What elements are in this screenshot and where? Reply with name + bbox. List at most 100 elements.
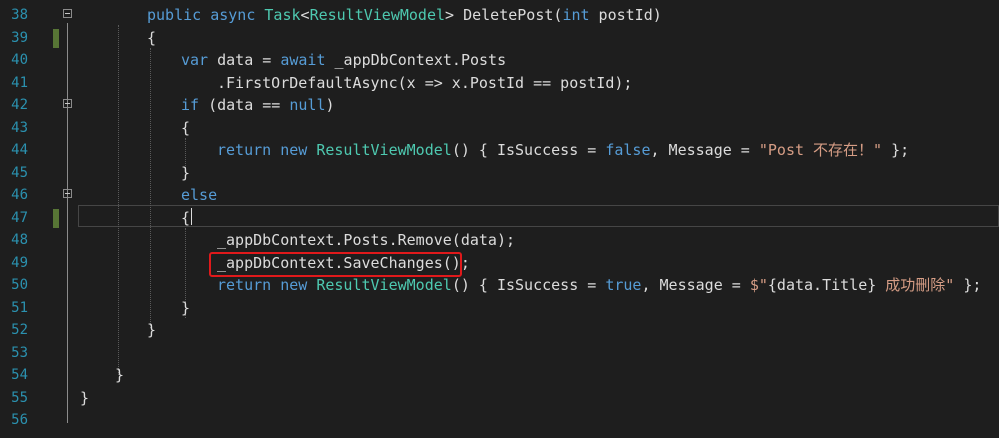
code-text: else — [181, 184, 217, 207]
code-token: () { IsSuccess = — [451, 141, 606, 159]
code-token: }; — [954, 276, 982, 294]
code-token: ) — [325, 96, 335, 114]
code-line[interactable]: 55} — [0, 387, 999, 410]
code-token: } — [147, 321, 157, 339]
code-token: _appDbContext.Posts — [325, 51, 507, 69]
code-line[interactable]: 44 return new ResultViewModel() { IsSucce… — [0, 139, 999, 162]
code-line[interactable]: 50 return new ResultViewModel() { IsSucce… — [0, 274, 999, 297]
code-token: () { IsSuccess = — [451, 276, 606, 294]
code-token: if — [181, 96, 200, 114]
code-text: public async Task<ResultViewModel> Delet… — [147, 4, 662, 27]
code-token: postId) — [589, 6, 662, 24]
code-token: true — [605, 276, 642, 294]
code-token: .FirstOrDefaultAsync(x => x.PostId == po… — [217, 73, 633, 92]
code-text: { — [181, 117, 190, 140]
line-number: 45 — [11, 164, 28, 181]
code-token: , Message = — [641, 276, 750, 294]
code-line[interactable]: 46 else — [0, 184, 999, 207]
code-token: < — [300, 6, 310, 24]
collapse-icon[interactable] — [63, 99, 72, 108]
line-number: 49 — [11, 254, 28, 271]
code-token: await — [280, 51, 326, 69]
code-token: (data == — [199, 96, 290, 114]
code-token: else — [181, 186, 218, 204]
code-text: _appDbContext.Posts.Remove(data); — [217, 229, 515, 252]
line-number: 39 — [11, 29, 28, 46]
code-text: } — [80, 387, 89, 410]
code-token: _appDbContext.Posts.Remove(data); — [217, 231, 516, 249]
code-token: public async — [147, 6, 265, 24]
code-line[interactable]: 47 { — [0, 207, 999, 230]
line-number: 41 — [11, 74, 28, 91]
change-marker — [53, 28, 59, 48]
line-number: 56 — [11, 412, 28, 428]
change-marker — [53, 208, 59, 228]
code-token: } — [181, 163, 191, 182]
code-token: { — [181, 208, 191, 227]
code-line[interactable]: 53 — [0, 342, 999, 365]
code-text: { — [147, 27, 156, 50]
code-token: false — [605, 141, 651, 159]
code-editor[interactable]: 38 public async Task<ResultViewModel> Del… — [0, 0, 999, 438]
code-token: null — [289, 96, 326, 114]
code-token: _appDbContext.SaveChanges(); — [217, 253, 470, 272]
code-token: } — [115, 366, 125, 384]
code-text: var data = await _appDbContext.Posts — [181, 49, 506, 72]
code-text: .FirstOrDefaultAsync(x => x.PostId == po… — [217, 72, 632, 95]
line-number: 46 — [11, 187, 28, 203]
code-line[interactable]: 39 { — [0, 27, 999, 50]
code-line[interactable]: 54} — [0, 364, 999, 387]
code-text: if (data == null) — [181, 94, 335, 117]
code-text: { — [181, 207, 190, 230]
code-line[interactable]: 49 _appDbContext.SaveChanges(); — [0, 252, 999, 275]
code-line[interactable]: 38 public async Task<ResultViewModel> Del… — [0, 4, 999, 27]
code-token: > DeletePost( — [445, 6, 563, 24]
code-line[interactable]: 51} — [0, 297, 999, 320]
code-token: int — [562, 6, 590, 24]
code-token: } — [80, 388, 90, 407]
code-text: } — [181, 162, 190, 185]
code-line[interactable]: 40 var data = await _appDbContext.Posts — [0, 49, 999, 72]
line-number: 47 — [11, 209, 28, 226]
code-token: var — [181, 51, 209, 69]
code-text: return new ResultViewModel() { IsSuccess… — [217, 139, 909, 162]
code-text: } — [115, 364, 124, 387]
line-number: 53 — [11, 344, 28, 361]
code-token: {data.Title} — [767, 276, 877, 294]
code-text: _appDbContext.SaveChanges(); — [217, 252, 470, 275]
collapse-icon[interactable] — [63, 9, 72, 18]
code-token: "Post 不存在！" — [758, 141, 883, 159]
code-token: ResultViewModel — [316, 276, 452, 294]
code-token: data = — [208, 51, 281, 69]
code-line[interactable]: 52} — [0, 319, 999, 342]
code-token: return new — [217, 276, 317, 294]
line-number: 42 — [11, 97, 28, 113]
code-text: } — [147, 319, 156, 342]
code-line[interactable]: 43 { — [0, 117, 999, 140]
code-line[interactable]: 41 .FirstOrDefaultAsync(x => x.PostId == … — [0, 72, 999, 95]
line-number: 51 — [11, 299, 28, 316]
line-number: 48 — [11, 232, 28, 248]
code-token: { — [181, 118, 191, 137]
code-line[interactable]: 45} — [0, 162, 999, 185]
line-number: 52 — [11, 322, 28, 338]
code-token: } — [181, 298, 191, 317]
code-token: }; — [882, 141, 910, 159]
code-token: , Message = — [650, 141, 759, 159]
code-line[interactable]: 56 — [0, 409, 999, 432]
line-number: 38 — [11, 7, 28, 23]
code-line[interactable]: 42 if (data == null) — [0, 94, 999, 117]
collapse-icon[interactable] — [63, 189, 72, 198]
code-token: 成功刪除" — [876, 276, 955, 294]
line-number: 40 — [11, 52, 28, 68]
code-text: } — [181, 297, 190, 320]
line-number: 43 — [11, 119, 28, 136]
line-number: 44 — [11, 142, 28, 158]
code-text: return new ResultViewModel() { IsSuccess… — [217, 274, 981, 297]
code-line[interactable]: 48 _appDbContext.Posts.Remove(data); — [0, 229, 999, 252]
code-token: $" — [749, 276, 768, 294]
line-number: 55 — [11, 389, 28, 406]
code-token: return new — [217, 141, 317, 159]
code-token: ResultViewModel — [309, 6, 446, 24]
code-token: { — [147, 28, 157, 47]
